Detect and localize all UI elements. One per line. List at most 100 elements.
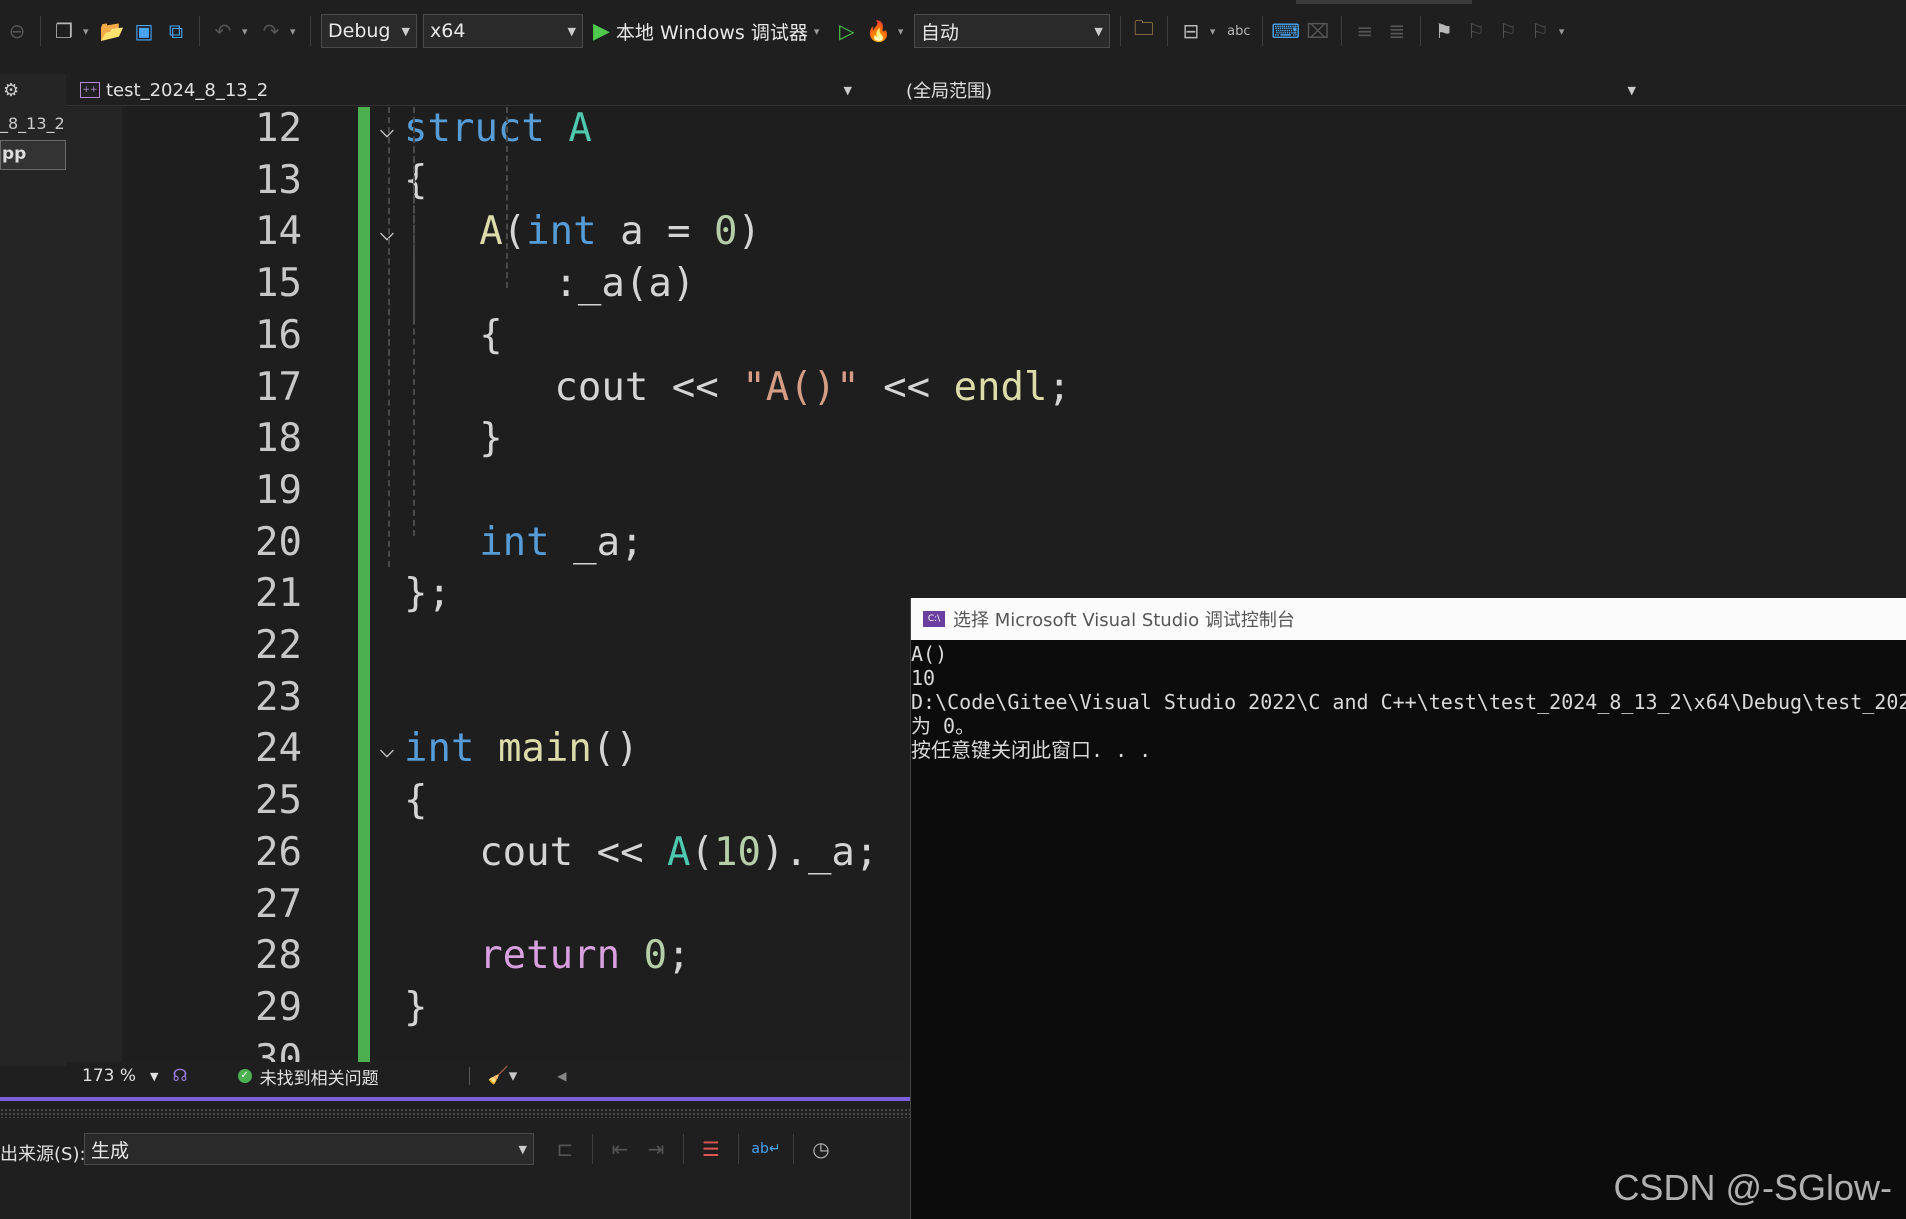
clear-bookmarks-icon[interactable]: ⚐ — [1527, 18, 1553, 44]
console-title-bar[interactable]: C:\ 选择 Microsoft Visual Studio 调试控制台 — [911, 598, 1906, 640]
scope-dropdown[interactable]: (全局范围) ▼ — [884, 77, 1636, 103]
chevron-down-icon: ▼ — [1627, 83, 1636, 97]
fold-toggle-icon[interactable]: ⌵ — [372, 723, 402, 775]
selected-file-item[interactable]: pp — [0, 140, 66, 170]
chevron-down-icon: ▾ — [813, 24, 820, 38]
code-token: A — [667, 829, 691, 875]
code-token: "A()" — [742, 364, 860, 410]
code-text: cout << A(10)._a; — [479, 827, 878, 879]
indent-guide — [413, 107, 415, 319]
issues-indicator[interactable]: ✓ 未找到相关问题 — [237, 1064, 379, 1089]
find-in-files-icon[interactable]: 🗀 — [1131, 16, 1157, 44]
configuration-select[interactable]: Debug ▼ — [321, 14, 417, 48]
start-without-debugging-icon[interactable]: ▷ — [834, 18, 860, 44]
code-line[interactable]: 20 int _a; — [66, 517, 1906, 569]
chevron-down-icon[interactable]: ▾ — [290, 25, 300, 38]
code-text: A(int a = 0) — [479, 206, 761, 258]
bookmark-icon[interactable]: ⚑ — [1431, 18, 1457, 44]
output-panel: 出来源(S): 生成 ▼ ⊏ ⇤ ⇥ ☰ ab↵ ◷ — [0, 1120, 910, 1219]
code-text: { — [404, 778, 428, 824]
project-dropdown[interactable]: ++ test_2024_8_13_2 ▼ — [80, 77, 852, 103]
line-number: 30 — [255, 1036, 302, 1062]
comment-icon[interactable]: ⌨ — [1271, 18, 1300, 44]
redo-icon[interactable]: ↷ — [258, 18, 284, 44]
solution-item[interactable]: _8_13_2 — [0, 114, 65, 133]
next-bookmark-icon[interactable]: ⚐ — [1495, 18, 1521, 44]
scroll-left-icon[interactable]: ◀ — [557, 1069, 566, 1083]
zoom-level: 173 % — [82, 1066, 137, 1086]
code-text: :_a(a) — [554, 258, 695, 310]
code-token: cout — [479, 829, 574, 875]
code-line[interactable]: 19 — [66, 465, 1906, 517]
code-line[interactable]: 15:_a(a) — [66, 258, 1906, 310]
configuration-value: Debug — [328, 20, 391, 42]
line-number: 20 — [255, 519, 302, 565]
toolbar-overflow-icon[interactable]: ▾ — [1559, 25, 1569, 38]
code-line[interactable]: 12 ⌵ struct A — [66, 107, 1906, 155]
chevron-down-icon[interactable]: ▾ — [83, 25, 93, 38]
find-message-icon[interactable]: ⊏ — [552, 1136, 578, 1162]
code-token: << — [648, 364, 743, 410]
start-debugging-button[interactable]: ▶ 本地 Windows 调试器 ▾ — [589, 14, 828, 48]
panel-splitter[interactable] — [0, 1097, 910, 1101]
gear-icon[interactable]: ⚙ — [3, 80, 19, 101]
code-line[interactable]: 13 { — [66, 155, 1906, 207]
open-folder-icon[interactable]: 📂 — [99, 18, 125, 44]
code-token: int — [526, 209, 597, 255]
code-cleanup-icon[interactable]: 🧹▾ — [488, 1066, 518, 1086]
clear-all-icon[interactable]: ☰ — [698, 1136, 724, 1162]
clock-icon[interactable]: ◷ — [808, 1136, 834, 1162]
code-line[interactable]: 16 { — [66, 310, 1906, 362]
panel-grip[interactable] — [0, 1108, 910, 1118]
chevron-down-icon[interactable]: ▾ — [898, 25, 908, 38]
previous-bookmark-icon[interactable]: ⚐ — [1463, 18, 1489, 44]
chevron-down-icon[interactable]: ▾ — [1210, 25, 1220, 38]
save-icon[interactable]: ▣ — [131, 18, 157, 44]
line-number: 13 — [255, 157, 302, 203]
code-line[interactable]: 14 ⌵ A(int a = 0) — [66, 206, 1906, 258]
output-source-select[interactable]: 生成 ▼ — [84, 1133, 534, 1165]
debug-console-window[interactable]: C:\ 选择 Microsoft Visual Studio 调试控制台 A()… — [910, 598, 1906, 1219]
toolbar-separator — [199, 16, 200, 46]
line-number: 26 — [255, 829, 302, 875]
previous-message-icon[interactable]: ⇤ — [607, 1136, 633, 1162]
output-toolbar: ⊏ ⇤ ⇥ ☰ ab↵ ◷ — [552, 1134, 834, 1164]
code-line[interactable]: 17 cout << "A()" << endl; — [66, 362, 1906, 414]
code-text: { — [404, 157, 428, 203]
undo-icon[interactable]: ↶ — [210, 18, 236, 44]
next-message-icon[interactable]: ⇥ — [643, 1136, 669, 1162]
fold-toggle-icon[interactable]: ⌵ — [372, 206, 402, 258]
platform-select[interactable]: x64 ▼ — [423, 14, 583, 48]
fold-toggle-icon[interactable]: ⌵ — [372, 107, 402, 155]
save-all-icon[interactable]: ⧉ — [163, 18, 189, 44]
navigate-forward-icon[interactable]: ⊖ — [4, 18, 30, 44]
zoom-control[interactable]: 173 % ▼ ☊ — [82, 1066, 188, 1086]
code-token: int — [404, 726, 475, 772]
console-output[interactable]: A() 10 D:\Code\Gitee\Visual Studio 2022\C … — [911, 642, 1906, 762]
output-source-label: 出来源(S): — [0, 1144, 86, 1165]
editor-navigation-bar: ++ test_2024_8_13_2 ▼ (全局范围) ▼ — [66, 74, 1906, 106]
code-text: } — [479, 416, 503, 462]
increase-indent-icon[interactable]: ≣ — [1384, 18, 1410, 44]
code-token: ; — [854, 829, 879, 875]
line-number: 18 — [255, 416, 302, 462]
code-token: a — [648, 261, 672, 307]
hot-reload-icon[interactable]: 🔥 — [866, 18, 892, 44]
code-token: ( — [624, 261, 649, 307]
line-number: 24 — [255, 726, 302, 772]
spell-check-icon[interactable]: abc — [1226, 18, 1252, 44]
check-icon: ✓ — [237, 1069, 252, 1083]
debug-target-select[interactable]: 自动 ▼ — [913, 14, 1110, 48]
new-project-icon[interactable]: ❐ — [51, 18, 77, 44]
decrease-indent-icon[interactable]: ≡ — [1352, 18, 1378, 44]
code-line[interactable]: 18} — [66, 413, 1906, 465]
code-token: << — [573, 829, 668, 875]
word-wrap-icon[interactable]: ab↵ — [751, 1136, 780, 1162]
console-icon: C:\ — [923, 611, 945, 627]
window-layout-icon[interactable]: ⊟ — [1178, 18, 1204, 44]
uncomment-icon[interactable]: ⌧ — [1305, 18, 1331, 44]
code-token: 0 — [714, 209, 738, 255]
chevron-down-icon[interactable]: ▾ — [242, 25, 252, 38]
tab-indicator — [1296, 0, 1472, 4]
